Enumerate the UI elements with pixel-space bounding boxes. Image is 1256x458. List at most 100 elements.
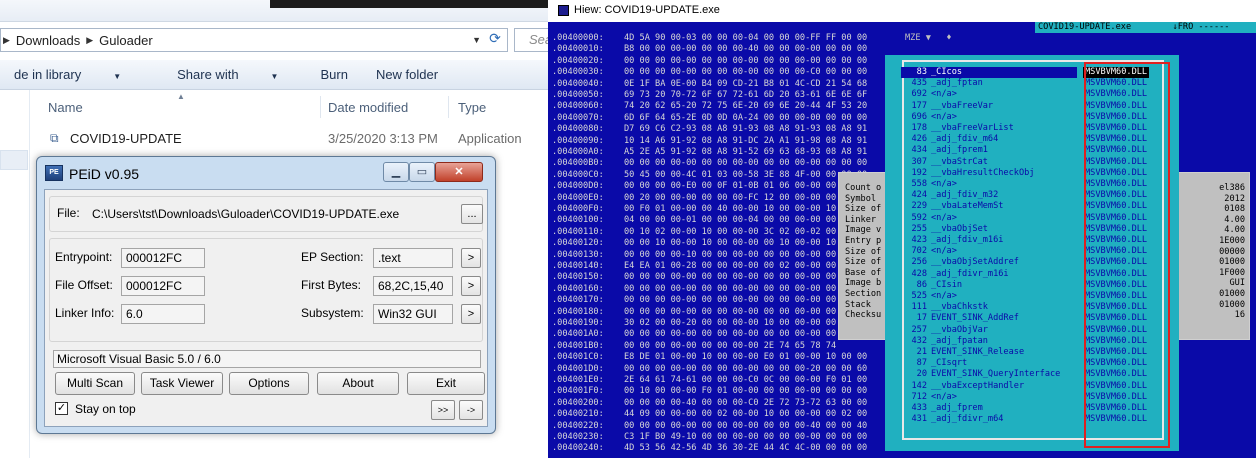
file-path-field[interactable]: C:\Users\tst\Downloads\Guloader\COVID19-… <box>87 204 457 224</box>
task-viewer-button[interactable]: Task Viewer <box>141 372 223 395</box>
import-ordinal: 229 <box>911 201 927 212</box>
address-bar[interactable]: ▶ Downloads ▶ Guloader ▼ ⟳ <box>0 28 508 52</box>
hex-address: .004000C0: <box>552 169 604 180</box>
stay-on-top-checkbox[interactable]: ✓ <box>55 402 68 415</box>
minimize-icon[interactable]: ▁ <box>383 162 409 182</box>
ep-section-button[interactable]: > <box>461 248 481 268</box>
column-headers: ▲ Name Date modified Type <box>30 92 548 122</box>
hex-address: .004001A0: <box>552 329 604 340</box>
about-button[interactable]: About <box>317 372 399 395</box>
first-bytes-field[interactable]: 68,2C,15,40 <box>373 276 453 296</box>
pe-header-value: 4.00 <box>1224 214 1245 225</box>
peid-titlebar[interactable]: PE PEiD v0.95 ▁ ▭ ✕ <box>37 157 495 189</box>
hex-bytes: 00 00 00 00-00 00 00 00-00 2E 74 65 78 7… <box>624 340 837 351</box>
pe-header-label: Stack <box>845 299 871 310</box>
close-icon[interactable]: ✕ <box>435 162 483 182</box>
hex-bytes: 6D 6F 64 65-2E 0D 0D 0A-24 00 00 00-00 0… <box>624 112 868 123</box>
import-name: __vbaObjSetAddref <box>931 257 1019 268</box>
import-ordinal: 111 <box>911 302 927 313</box>
refresh-icon[interactable]: ⟳ <box>485 30 505 50</box>
hex-address: .004001B0: <box>552 340 604 351</box>
hex-ascii: MZE ▼ ♦ <box>905 33 952 43</box>
application-icon: ⧉ <box>50 131 59 145</box>
file-offset-field[interactable]: 000012FC <box>121 276 205 296</box>
import-name: _adj_fdivr_m64 <box>931 414 1004 425</box>
hex-address: .00400170: <box>552 295 604 306</box>
browse-button[interactable]: ... <box>461 204 483 224</box>
peid-window: PE PEiD v0.95 ▁ ▭ ✕ File: C:\Users\tst\D… <box>36 156 496 434</box>
address-dropdown-icon[interactable]: ▼ <box>472 35 481 45</box>
column-type[interactable]: Type <box>458 100 486 115</box>
hiew-status-line: COVID19-UPDATE.exe ↓FRO ------ <box>548 22 1256 33</box>
hex-bytes: 10 14 A6 91-92 08 A8 91-DC 2A A1 91-98 0… <box>624 135 868 146</box>
breadcrumb-guloader[interactable]: Guloader <box>99 33 152 48</box>
hex-bytes: 44 09 00 00-00 00 02 00-00 10 00 00-00 0… <box>624 409 868 420</box>
hiew-window: Hiew: COVID19-UPDATE.exe COVID19-UPDATE.… <box>548 0 1256 458</box>
import-name: __vbaStrCat <box>931 156 988 167</box>
breadcrumb-arrow-icon: ▶ <box>86 34 94 45</box>
column-date-modified[interactable]: Date modified <box>328 100 408 115</box>
hex-row[interactable]: .00400010: B8 00 00 00-00 00 00 00-40 00 … <box>548 44 1256 54</box>
search-input[interactable]: Sea <box>514 28 548 52</box>
hex-bytes: 00 10 00 00-00 F0 01 00-00 00 00 00-00 0… <box>624 386 868 397</box>
pe-header-label: Image v <box>845 225 882 236</box>
hex-address: .00400220: <box>552 420 604 431</box>
import-name: _CIcos <box>931 67 963 77</box>
plugins-button[interactable]: -> <box>459 400 483 420</box>
hex-address: .00400080: <box>552 124 604 135</box>
file-date: 3/25/2020 3:13 PM <box>328 131 438 146</box>
pe-header-label: Symbol <box>845 193 877 204</box>
hex-address: .004001E0: <box>552 375 604 385</box>
import-ordinal: 21 <box>916 347 927 357</box>
hex-address: .00400230: <box>552 432 604 442</box>
extra-info-button[interactable]: >> <box>431 400 455 420</box>
exit-button[interactable]: Exit <box>407 372 485 395</box>
include-in-library-menu[interactable]: de in library ▼ <box>0 67 149 82</box>
pe-header-label: Image b <box>845 278 882 289</box>
hex-bytes: 00 00 10 00-00 10 00 00-00 00 10 00-00 1… <box>624 238 868 249</box>
import-ordinal: 558 <box>911 179 927 189</box>
dll-highlight-box <box>1084 62 1170 448</box>
ep-section-field[interactable]: .text <box>373 248 453 268</box>
breadcrumb-downloads[interactable]: Downloads <box>16 33 80 48</box>
hex-row[interactable]: .00400000: 4D 5A 90 00-03 00 00 00-04 00 … <box>548 33 1256 43</box>
first-bytes-button[interactable]: > <box>461 276 481 296</box>
hex-bytes: E8 DE 01 00-00 10 00 00-00 E0 01 00-00 1… <box>624 352 868 363</box>
options-button[interactable]: Options <box>229 372 309 395</box>
sort-ascending-icon: ▲ <box>177 92 185 101</box>
hiew-title: Hiew: COVID19-UPDATE.exe <box>574 4 720 16</box>
nav-selected-item[interactable] <box>0 150 28 170</box>
burn-button[interactable]: Burn <box>306 67 361 82</box>
hex-bytes: 04 00 00 00-01 00 00 00-04 00 00 00-00 0… <box>624 215 868 226</box>
hex-bytes: 0E 1F BA 0E-00 B4 09 CD-21 B8 01 4C-CD 2… <box>624 78 868 89</box>
import-ordinal: 696 <box>911 111 927 122</box>
hiew-titlebar[interactable]: Hiew: COVID19-UPDATE.exe <box>548 0 1256 22</box>
hex-bytes: C3 1F B0 49-10 00 00 00-00 00 00 00-00 0… <box>624 432 868 442</box>
import-name: _adj_fdivr_m16i <box>931 268 1009 279</box>
import-name: __vbaExceptHandler <box>931 380 1025 391</box>
file-row[interactable]: ⧉ COVID19-UPDATE 3/25/2020 3:13 PM Appli… <box>30 128 548 150</box>
new-folder-button[interactable]: New folder <box>362 67 452 82</box>
subsystem-button[interactable]: > <box>461 304 481 324</box>
import-ordinal: 434 <box>911 145 927 156</box>
hex-bytes: 00 00 00 00-00 00 00 00-00 00 00 00-00 0… <box>624 55 868 66</box>
navigation-pane[interactable] <box>0 90 30 458</box>
subsystem-field[interactable]: Win32 GUI <box>373 304 453 324</box>
import-ordinal: 702 <box>911 246 927 257</box>
hex-address: .00400020: <box>552 55 604 66</box>
multi-scan-button[interactable]: Multi Scan <box>55 372 135 395</box>
pe-header-label: Checksu <box>845 310 882 321</box>
hex-address: .00400210: <box>552 409 604 420</box>
import-name: __vbaChkstk <box>931 302 988 313</box>
maximize-icon[interactable]: ▭ <box>409 162 435 182</box>
entrypoint-field[interactable]: 000012FC <box>121 248 205 268</box>
column-name[interactable]: Name <box>48 100 83 115</box>
status-mode: ↓FRO ------ <box>1172 22 1230 32</box>
linker-info-field[interactable]: 6.0 <box>121 304 205 324</box>
import-name: _CIsqrt <box>931 358 968 369</box>
share-with-menu[interactable]: Share with ▼ <box>149 67 306 82</box>
hex-address: .004000A0: <box>552 147 604 157</box>
pe-header-value: 0108 <box>1224 204 1245 215</box>
file-type: Application <box>458 131 522 146</box>
import-ordinal: 435 <box>911 78 927 89</box>
